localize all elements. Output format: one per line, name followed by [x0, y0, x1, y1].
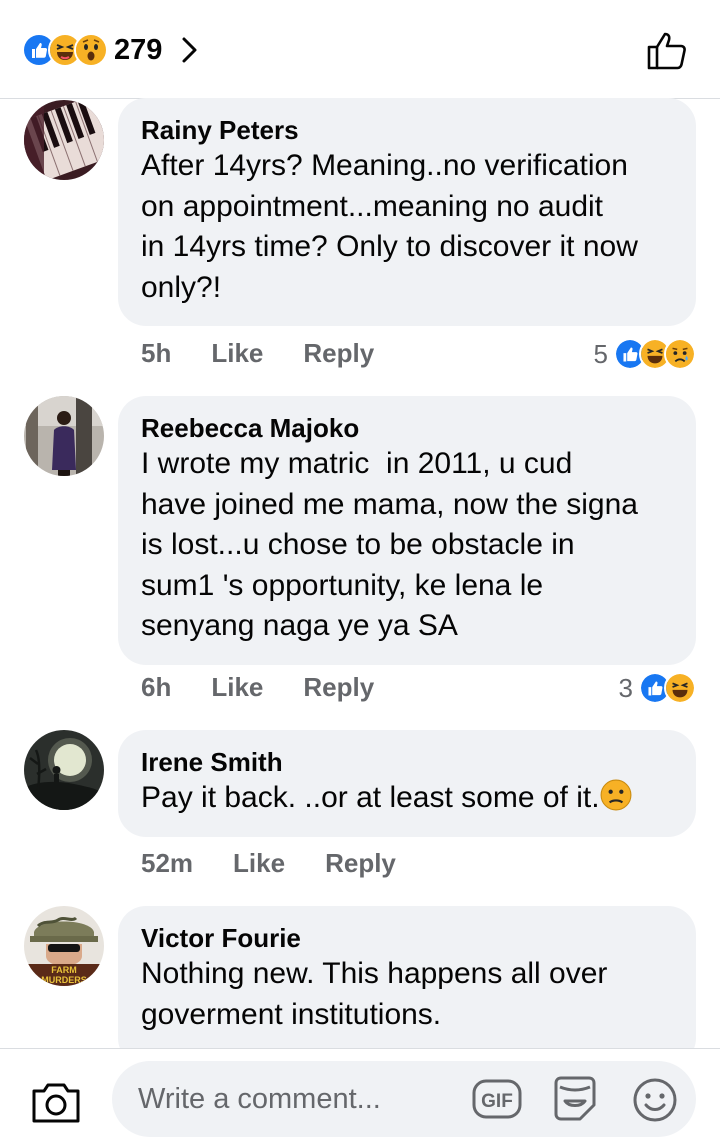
comment-reactions[interactable]: 3	[619, 672, 696, 704]
comment-text: Pay it back. ..or at least some of it.	[141, 778, 674, 819]
confused-emoji-icon	[600, 779, 631, 811]
camera-icon[interactable]	[30, 1081, 82, 1130]
comment-time[interactable]: 6h	[141, 672, 171, 703]
comment-author[interactable]: Irene Smith	[141, 746, 674, 778]
emoji-icon[interactable]	[632, 1077, 678, 1128]
comment-bubble[interactable]: Irene Smith Pay it back. ..or at least s…	[118, 730, 696, 837]
avatar[interactable]	[24, 100, 104, 180]
comment-time[interactable]: 5h	[141, 338, 171, 369]
comment-reaction-count: 3	[618, 672, 633, 703]
sad-icon	[664, 338, 696, 370]
reply-button[interactable]: Reply	[325, 848, 396, 879]
comment-reaction-count: 5	[593, 338, 608, 369]
comment-reactions[interactable]: 5	[594, 338, 696, 370]
svg-text:GIF: GIF	[481, 1091, 513, 1112]
comment-actions: 6h Like Reply	[141, 672, 414, 703]
comment-author[interactable]: Victor Fourie	[141, 922, 674, 954]
like-comment-button[interactable]: Like	[233, 848, 285, 879]
comment-time[interactable]: 52m	[141, 848, 193, 879]
avatar[interactable]	[24, 730, 104, 810]
sticker-icon[interactable]	[550, 1075, 600, 1128]
comment-bubble[interactable]: Victor Fourie Nothing new. This happens …	[118, 906, 696, 1066]
reply-button[interactable]: Reply	[303, 672, 374, 703]
comment-actions: 5h Like Reply	[141, 338, 414, 369]
comment-text: I wrote my matric in 2011, u cud have jo…	[141, 447, 638, 642]
like-post-button[interactable]	[646, 28, 690, 72]
avatar[interactable]: FARM MURDERS	[24, 906, 104, 986]
avatar[interactable]	[24, 396, 104, 476]
reactions-header: 279	[0, 0, 720, 99]
gif-icon[interactable]: GIF	[472, 1079, 522, 1124]
chevron-right-icon[interactable]	[180, 35, 200, 65]
comment-author[interactable]: Rainy Peters	[141, 114, 674, 146]
haha-icon	[664, 672, 696, 704]
comment-composer: Write a comment... GIF	[0, 1048, 720, 1147]
wow-icon	[74, 33, 108, 67]
comment-bubble[interactable]: Reebecca Majoko I wrote my matric in 201…	[118, 396, 696, 665]
comment-placeholder: Write a comment...	[138, 1083, 381, 1115]
comment-text: After 14yrs? Meaning..no verification on…	[141, 149, 638, 304]
like-comment-button[interactable]: Like	[211, 672, 263, 703]
comment-text: Nothing new. This happens all over gover…	[141, 957, 608, 1031]
reaction-summary[interactable]: 279	[22, 32, 200, 68]
comment-actions: 52m Like Reply	[141, 848, 436, 879]
comment-input[interactable]: Write a comment... GIF	[112, 1061, 696, 1137]
comment-bubble[interactable]: Rainy Peters After 14yrs? Meaning..no ve…	[118, 98, 696, 326]
reply-button[interactable]: Reply	[303, 338, 374, 369]
reaction-count: 279	[114, 33, 163, 66]
like-comment-button[interactable]: Like	[211, 338, 263, 369]
comment-author[interactable]: Reebecca Majoko	[141, 412, 674, 444]
